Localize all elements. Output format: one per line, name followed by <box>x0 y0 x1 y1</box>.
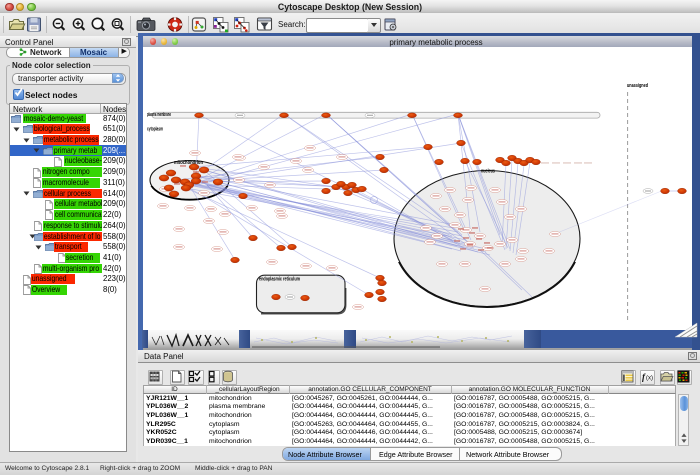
svg-text:mitochondrion: mitochondrion <box>174 160 203 166</box>
svg-text:cytoplasm: cytoplasm <box>147 127 163 133</box>
svg-text:unassigned: unassigned <box>627 83 648 89</box>
svg-text:nucleus: nucleus <box>481 169 495 175</box>
svg-text:(x): (x) <box>646 376 653 382</box>
svg-text:plasma membrane: plasma membrane <box>147 112 171 118</box>
svg-text:endoplasmic reticulum: endoplasmic reticulum <box>259 277 300 283</box>
